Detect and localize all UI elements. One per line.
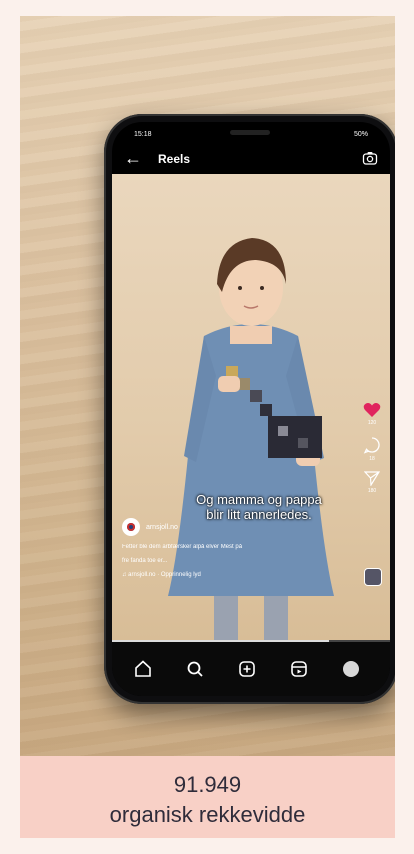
stat-caption: 91.949 organisk rekkevidde — [20, 756, 395, 838]
subtitle-line-2: blir litt annerledes. — [206, 507, 312, 522]
page-title: Reels — [158, 152, 191, 166]
reel-caption-secondary: fre fanda toe er... — [122, 558, 168, 564]
share-button[interactable]: 180 — [360, 470, 384, 494]
reel-caption[interactable]: Fetter ble dem arbfærsker alpå elver Mes… — [122, 544, 322, 550]
status-time: 15:18 — [134, 131, 152, 138]
stat-card: 15:18 50% ← Reels Og mamma og pappa blir… — [20, 16, 395, 838]
camera-icon[interactable] — [362, 150, 378, 166]
like-count: 120 — [367, 420, 377, 426]
reel-author[interactable]: arnsjoll.no — [122, 518, 178, 536]
back-arrow-icon[interactable]: ← — [124, 149, 142, 167]
reels-header: ← Reels — [112, 144, 390, 174]
share-count: 180 — [367, 488, 377, 494]
profile-icon[interactable] — [340, 658, 362, 680]
home-icon[interactable] — [132, 658, 154, 680]
comment-icon — [363, 437, 380, 454]
reach-label: organisk rekkevidde — [109, 802, 306, 827]
bottom-nav — [112, 642, 390, 696]
like-button[interactable]: 120 — [360, 402, 384, 426]
dynamic-island — [230, 130, 270, 135]
subtitle-line-1: Og mamma og pappa — [196, 492, 322, 507]
video-subtitle: Og mamma og pappa blir litt annerledes. — [174, 492, 344, 522]
search-icon[interactable] — [184, 658, 206, 680]
audio-track[interactable]: ♫ arnsjoll.no · Opprinnelig lyd — [122, 572, 201, 578]
audio-label: arnsjoll.no · Opprinnelig lyd — [128, 572, 201, 578]
send-icon — [363, 471, 381, 487]
phone-screen: 15:18 50% ← Reels Og mamma og pappa blir… — [112, 122, 390, 696]
product-photo: 15:18 50% ← Reels Og mamma og pappa blir… — [20, 16, 395, 756]
reel-video[interactable]: Og mamma og pappa blir litt annerledes. … — [112, 174, 390, 640]
create-icon[interactable] — [236, 658, 258, 680]
comment-button[interactable]: 18 — [360, 436, 384, 462]
author-handle[interactable]: arnsjoll.no — [146, 524, 178, 531]
phone-mockup: 15:18 50% ← Reels Og mamma og pappa blir… — [104, 114, 395, 704]
reach-value: 91.949 — [173, 772, 242, 797]
audio-thumbnail[interactable] — [364, 568, 382, 586]
reels-icon[interactable] — [288, 658, 310, 680]
comment-count: 18 — [369, 456, 375, 462]
heart-icon — [363, 403, 381, 417]
battery-indicator: 50% — [353, 131, 368, 138]
status-bar: 15:18 50% — [112, 122, 390, 144]
avatar[interactable] — [122, 518, 140, 536]
